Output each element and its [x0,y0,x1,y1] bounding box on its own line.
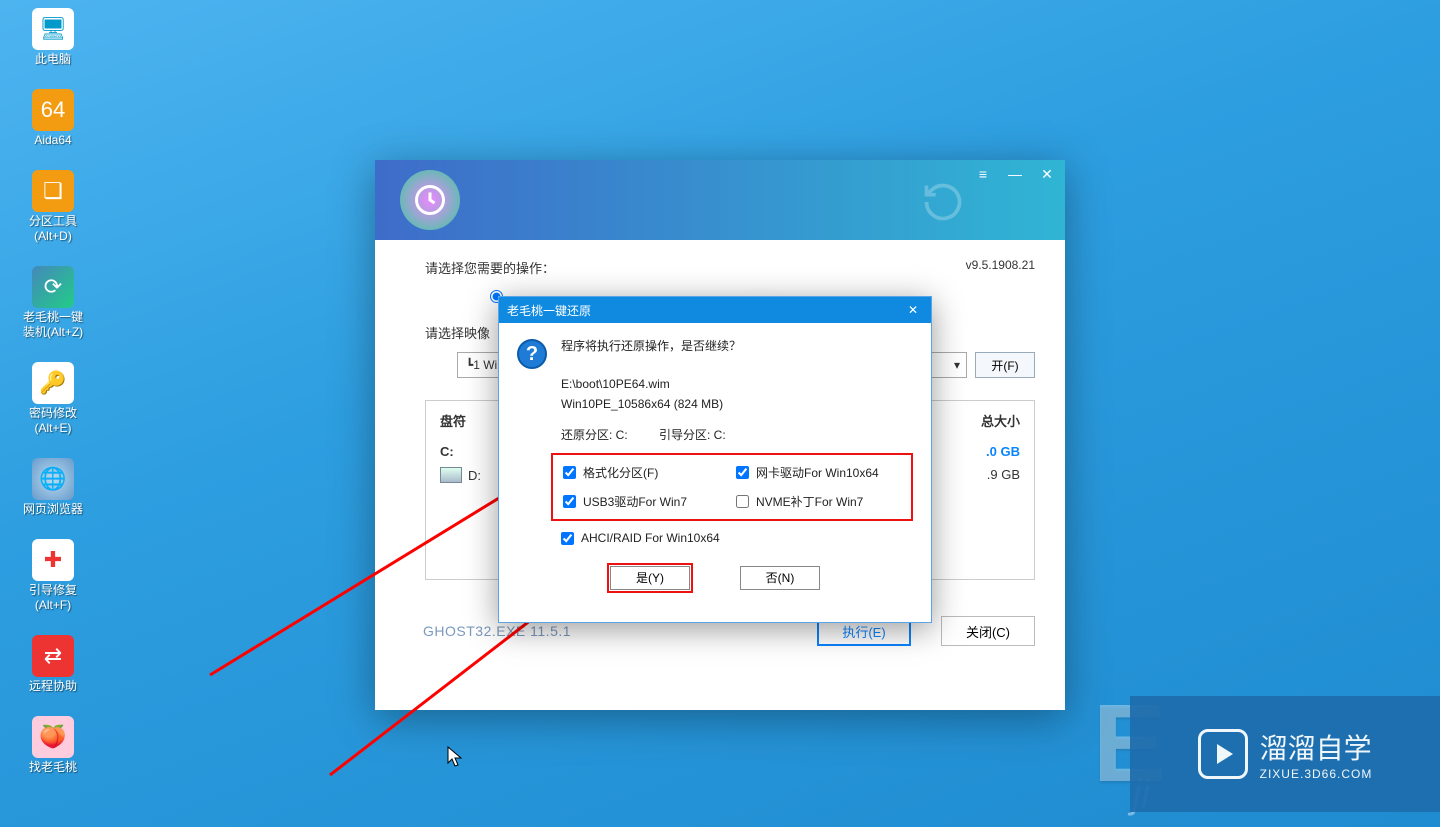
open-button[interactable]: 开(F) [975,352,1035,378]
drive-icon [440,467,462,483]
icon-label: 引导修复 (Alt+F) [18,583,88,613]
globe-icon: 🌐 [32,458,74,500]
menu-icon[interactable]: ≡ [973,166,993,183]
yes-button[interactable]: 是(Y) [610,566,690,590]
partition-icon: ❏ [32,170,74,212]
restore-partition: 还原分区: C: [561,428,628,442]
play-icon [1198,729,1248,779]
desktop-icon-browser[interactable]: 🌐 网页浏览器 [18,458,88,517]
close-button[interactable]: 关闭(C) [941,616,1035,646]
checkbox-nvme[interactable]: NVME补丁For Win7 [732,492,905,511]
restore-icon: ⟳ [32,266,74,308]
remote-icon: ⇄ [32,635,74,677]
cursor-icon [447,746,463,768]
desktop-icon-this-pc[interactable]: 🖥 此电脑 [18,8,88,67]
desktop-icon-find-lmt[interactable]: 🍑 找老毛桃 [18,716,88,775]
drive-letter: C: [440,444,454,459]
icon-label: 网页浏览器 [18,502,88,517]
icon-label: 密码修改 (Alt+E) [18,406,88,436]
drive-letter: D: [468,468,481,483]
dialog-close-icon[interactable]: ✕ [903,303,923,317]
checkbox-usb3[interactable]: USB3驱动For Win7 [559,492,732,511]
desktop-icon-part-tool[interactable]: ❏分区工具 (Alt+D) [18,170,88,244]
image-path: E:\boot\10PE64.wim [561,375,913,394]
dialog-title: 老毛桃一键还原 [507,302,591,319]
operation-label: 请选择您需要的操作： [425,258,1035,277]
app-logo-icon [400,170,460,230]
desktop-icon-password[interactable]: 🔑密码修改 (Alt+E) [18,362,88,436]
desktop-icons-column: 🖥 此电脑 64 Aida64 ❏分区工具 (Alt+D) ⟳老毛桃一键 装机(Al… [18,8,88,797]
question-icon: ? [517,339,547,369]
dialog-buttons: 是(Y) 否(N) [517,550,913,608]
icon-label: 远程协助 [18,679,88,694]
version-label: v9.5.1908.21 [966,258,1035,272]
minimize-icon[interactable]: — [1005,166,1025,183]
icon-label: Aida64 [18,133,88,148]
desktop-icon-bootfix[interactable]: ✚引导修复 (Alt+F) [18,539,88,613]
options-extra: AHCI/RAID For Win10x64 [551,521,913,550]
boot-partition: 引导分区: C: [659,428,726,442]
icon-label: 此电脑 [18,52,88,67]
confirm-message: 程序将执行还原操作，是否继续？ [561,337,913,356]
pc-icon: 🖥 [32,8,74,50]
image-wim: Win10PE_10586x64 (824 MB) [561,395,913,414]
window-controls: ≡ — ✕ [973,166,1057,183]
checkbox-netdrv[interactable]: 网卡驱动For Win10x64 [732,463,905,482]
key-icon: 🔑 [32,362,74,404]
header-restore-icon [921,180,965,224]
brand-watermark: 溜溜自学 ZIXUE.3D66.COM [1130,696,1440,812]
firstaid-icon: ✚ [32,539,74,581]
dialog-titlebar[interactable]: 老毛桃一键还原 ✕ [499,297,931,323]
no-button[interactable]: 否(N) [740,566,820,590]
aida64-icon: 64 [32,89,74,131]
icon-label: 找老毛桃 [18,760,88,775]
desktop-icon-lmt-install[interactable]: ⟳老毛桃一键 装机(Alt+Z) [18,266,88,340]
window-titlebar[interactable]: ≡ — ✕ [375,160,1065,240]
peach-icon: 🍑 [32,716,74,758]
close-icon[interactable]: ✕ [1037,166,1057,183]
partition-info: 还原分区: C: 引导分区: C: [517,426,913,443]
checkbox-ahci[interactable]: AHCI/RAID For Win10x64 [557,529,907,548]
desktop: 🖥 此电脑 64 Aida64 ❏分区工具 (Alt+D) ⟳老毛桃一键 装机(Al… [0,0,1440,827]
brand-url: ZIXUE.3D66.COM [1260,767,1373,781]
confirm-dialog: 老毛桃一键还原 ✕ ? 程序将执行还原操作，是否继续？ E:\boot\10PE… [498,296,932,623]
options-box: 格式化分区(F) 网卡驱动For Win10x64 USB3驱动For Win7… [551,453,913,521]
desktop-icon-aida64[interactable]: 64 Aida64 [18,89,88,148]
brand-name: 溜溜自学 [1260,727,1373,767]
dialog-body: ? 程序将执行还原操作，是否继续？ E:\boot\10PE64.wim Win… [499,323,931,622]
desktop-icon-remote[interactable]: ⇄ 远程协助 [18,635,88,694]
ghost-version-label: GHOST32.EXE 11.5.1 [405,623,571,639]
icon-label: 分区工具 (Alt+D) [18,214,88,244]
icon-label: 老毛桃一键 装机(Alt+Z) [18,310,88,340]
checkbox-format[interactable]: 格式化分区(F) [559,463,732,482]
